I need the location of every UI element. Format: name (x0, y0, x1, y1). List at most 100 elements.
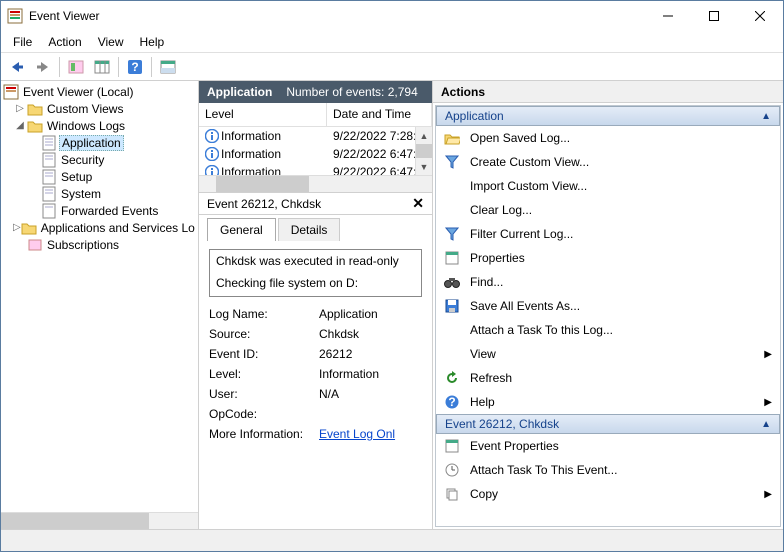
subscriptions-icon (27, 237, 43, 253)
menu-view[interactable]: View (90, 33, 132, 51)
tree-hscrollbar[interactable] (1, 512, 198, 529)
binoculars-icon (444, 274, 460, 290)
tree-system[interactable]: System (1, 185, 198, 202)
chevron-right-icon: ▶ (764, 349, 772, 360)
properties-icon (444, 438, 460, 454)
action-save-all[interactable]: Save All Events As... (436, 294, 780, 318)
menu-action[interactable]: Action (40, 33, 89, 51)
properties-icon (444, 250, 460, 266)
col-level[interactable]: Level (199, 103, 327, 126)
event-pane: Application Number of events: 2,794 Leve… (199, 81, 433, 529)
menu-file[interactable]: File (5, 33, 40, 51)
actions-section-application[interactable]: Application ▲ (436, 106, 780, 126)
scroll-down-icon[interactable]: ▼ (416, 158, 432, 175)
blank-icon (444, 346, 460, 362)
log-icon (41, 186, 57, 202)
table-row[interactable]: Information9/22/2022 6:47:00 (199, 163, 432, 175)
scroll-up-icon[interactable]: ▲ (416, 127, 432, 144)
collapse-icon[interactable]: ◢ (13, 120, 27, 131)
preview-button[interactable] (156, 55, 180, 79)
chevron-right-icon: ▶ (764, 489, 772, 500)
table-row[interactable]: Information9/22/2022 7:28:08 (199, 127, 432, 145)
tab-details[interactable]: Details (278, 218, 341, 241)
copy-icon (444, 486, 460, 502)
action-open-saved-log[interactable]: Open Saved Log... (436, 126, 780, 150)
app-icon (7, 8, 23, 24)
action-copy[interactable]: Copy▶ (436, 482, 780, 506)
statusbar (1, 529, 783, 551)
back-button[interactable] (5, 55, 29, 79)
close-icon[interactable]: ✕ (412, 195, 424, 212)
col-datetime[interactable]: Date and Time (327, 103, 432, 126)
event-hscrollbar[interactable] (199, 175, 432, 192)
svg-text:?: ? (448, 395, 455, 409)
blank-icon (444, 178, 460, 194)
action-refresh[interactable]: Refresh (436, 366, 780, 390)
action-help[interactable]: ?Help▶ (436, 390, 780, 414)
tree-forwarded[interactable]: Forwarded Events (1, 202, 198, 219)
log-icon (41, 135, 57, 151)
event-log-online-link[interactable]: Event Log Onl (319, 427, 395, 441)
event-vscrollbar[interactable]: ▲ ▼ (415, 127, 432, 175)
minimize-button[interactable] (645, 1, 691, 31)
menubar: File Action View Help (1, 31, 783, 53)
chevron-up-icon: ▲ (761, 111, 771, 122)
expand-icon[interactable]: ▷ (13, 222, 21, 233)
tree-security[interactable]: Security (1, 151, 198, 168)
columns-button[interactable] (90, 55, 114, 79)
action-import-custom-view[interactable]: Import Custom View... (436, 174, 780, 198)
event-pane-title: Application (207, 85, 272, 99)
action-find[interactable]: Find... (436, 270, 780, 294)
action-attach-task[interactable]: Attach a Task To this Log... (436, 318, 780, 342)
event-fields: Log Name:Application Source:Chkdsk Event… (209, 307, 422, 441)
forward-button[interactable] (31, 55, 55, 79)
event-detail-title: Event 26212, Chkdsk (207, 197, 412, 211)
help-icon: ? (444, 394, 460, 410)
log-icon (41, 169, 57, 185)
funnel-icon (444, 226, 460, 242)
info-icon (205, 147, 219, 161)
table-row[interactable]: Information9/22/2022 6:47:00 (199, 145, 432, 163)
tree-setup[interactable]: Setup (1, 168, 198, 185)
action-attach-task-event[interactable]: Attach Task To This Event... (436, 458, 780, 482)
menu-help[interactable]: Help (132, 33, 173, 51)
chevron-up-icon: ▲ (761, 419, 771, 430)
tree-root[interactable]: Event Viewer (Local) (1, 83, 198, 100)
tree-application[interactable]: Application (1, 134, 198, 151)
navigation-tree[interactable]: Event Viewer (Local) ▷ Custom Views ◢ Wi… (1, 81, 199, 529)
save-icon (444, 298, 460, 314)
tree-subscriptions[interactable]: Subscriptions (1, 236, 198, 253)
titlebar: Event Viewer (1, 1, 783, 31)
actions-section-event[interactable]: Event 26212, Chkdsk ▲ (436, 414, 780, 434)
funnel-icon (444, 154, 460, 170)
action-clear-log[interactable]: Clear Log... (436, 198, 780, 222)
folder-icon (21, 220, 37, 236)
action-properties[interactable]: Properties (436, 246, 780, 270)
event-description: Chkdsk was executed in read-only Checkin… (209, 249, 422, 297)
blank-icon (444, 322, 460, 338)
event-list[interactable]: Level Date and Time Information9/22/2022… (199, 103, 432, 193)
event-pane-header: Application Number of events: 2,794 (199, 81, 432, 103)
task-icon (444, 462, 460, 478)
window-title: Event Viewer (29, 9, 645, 23)
refresh-icon (444, 370, 460, 386)
tree-apps-services[interactable]: ▷ Applications and Services Lo (1, 219, 198, 236)
action-view[interactable]: View▶ (436, 342, 780, 366)
expand-icon[interactable]: ▷ (13, 103, 27, 114)
blank-icon (444, 202, 460, 218)
chevron-right-icon: ▶ (764, 397, 772, 408)
maximize-button[interactable] (691, 1, 737, 31)
show-tree-button[interactable] (64, 55, 88, 79)
help-button[interactable]: ? (123, 55, 147, 79)
actions-header: Actions (433, 81, 783, 103)
action-filter-log[interactable]: Filter Current Log... (436, 222, 780, 246)
svg-text:?: ? (131, 60, 138, 74)
info-icon (205, 165, 219, 175)
tree-custom-views[interactable]: ▷ Custom Views (1, 100, 198, 117)
close-button[interactable] (737, 1, 783, 31)
tree-windows-logs[interactable]: ◢ Windows Logs (1, 117, 198, 134)
event-count: Number of events: 2,794 (286, 85, 417, 99)
tab-general[interactable]: General (207, 218, 276, 241)
action-event-properties[interactable]: Event Properties (436, 434, 780, 458)
action-create-custom-view[interactable]: Create Custom View... (436, 150, 780, 174)
